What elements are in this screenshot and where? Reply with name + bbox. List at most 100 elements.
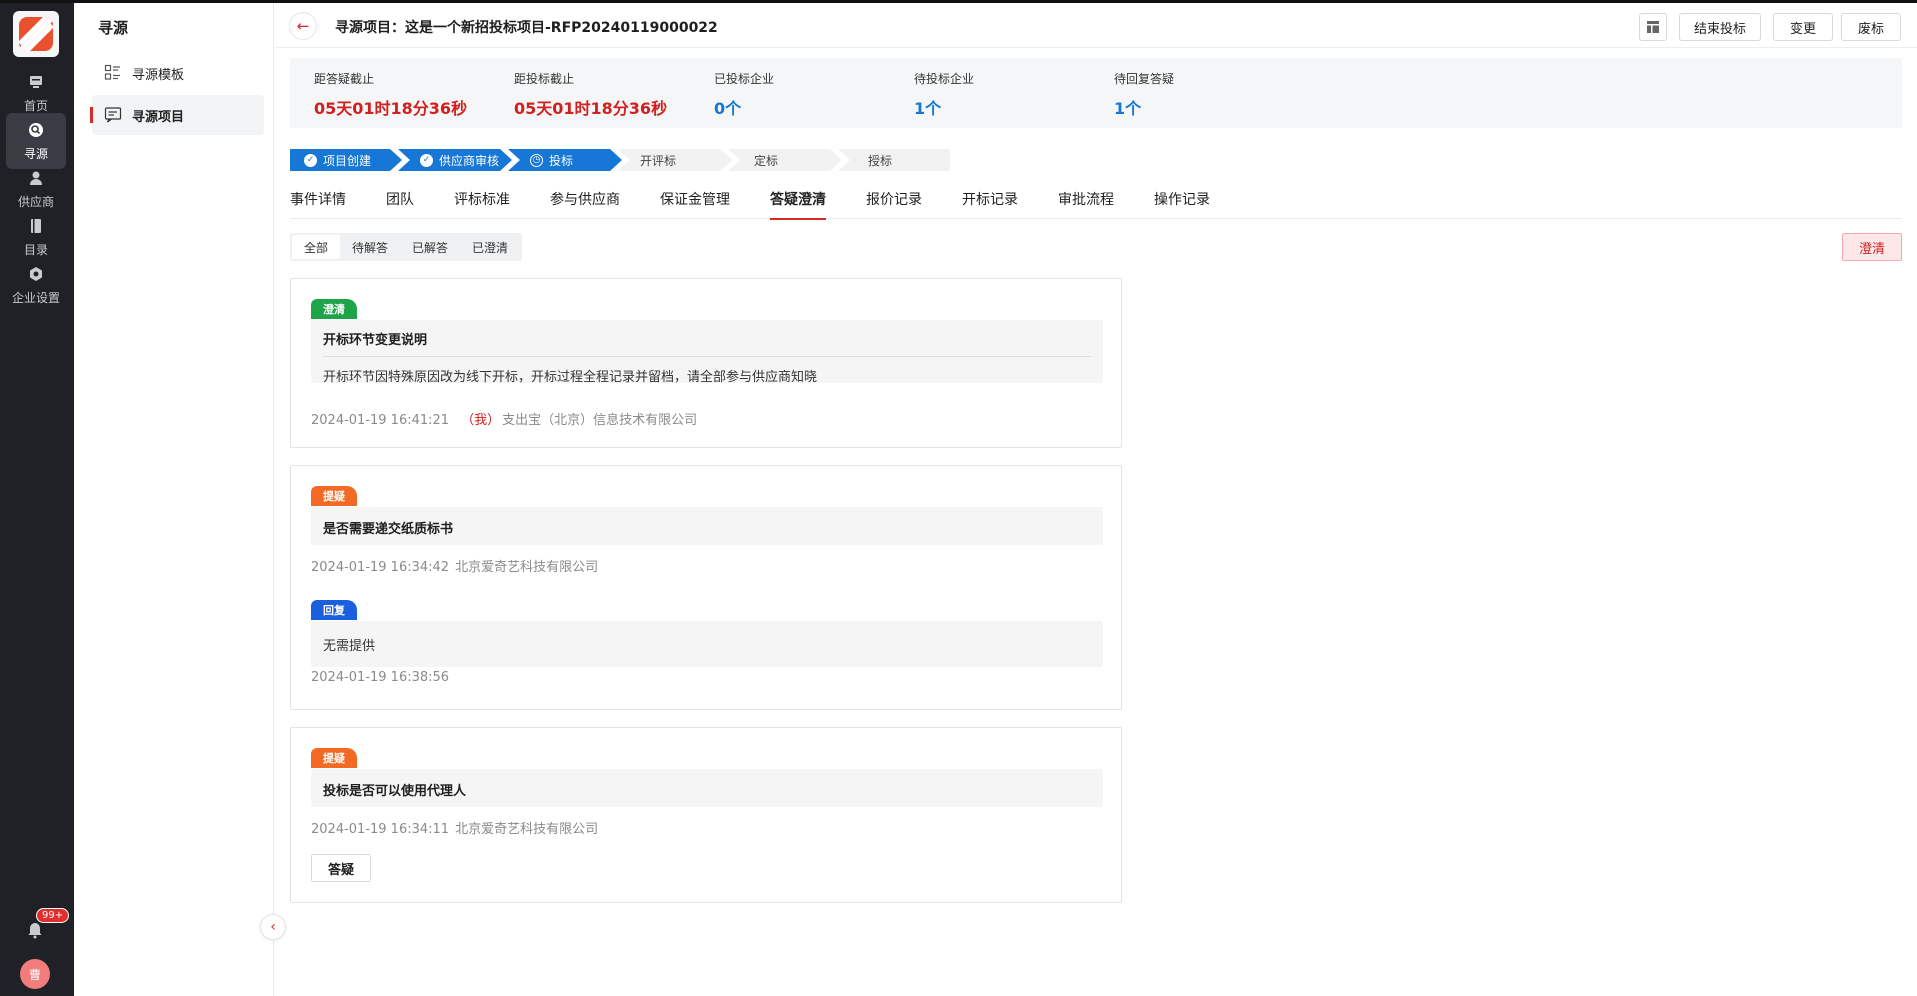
stat-label: 距投标截止 — [514, 72, 575, 86]
tab-quote-records[interactable]: 报价记录 — [866, 189, 922, 219]
app-logo[interactable] — [13, 11, 59, 57]
check-circle-icon: ✓ — [420, 153, 433, 167]
timestamp: 2024-01-19 16:34:11 — [311, 822, 450, 837]
sidebar-item-label: 寻源模板 — [132, 67, 185, 83]
avatar[interactable]: 曹 — [20, 959, 50, 989]
layout-toggle-button[interactable] — [1639, 13, 1667, 41]
layout-icon — [1647, 21, 1659, 33]
tab-operation-log[interactable]: 操作记录 — [1154, 189, 1210, 219]
step-project-created: ✓ 项目创建 — [290, 149, 402, 171]
nav-settings[interactable]: 企业设置 — [6, 257, 66, 313]
card-meta: 2024-01-19 16:41:21 （我） 支出宝（北京）信息技术有限公司 — [311, 409, 697, 428]
end-bid-button[interactable]: 结束投标 — [1679, 13, 1761, 41]
nav-settings-label: 企业设置 — [11, 290, 60, 305]
template-icon — [104, 64, 120, 80]
tab-bar: 事件详情 团队 评标标准 参与供应商 保证金管理 答疑澄清 报价记录 开标记录 … — [290, 189, 1902, 220]
nav-supplier-label: 供应商 — [17, 194, 54, 209]
self-marker: （我） — [461, 413, 501, 428]
sourcing-icon — [27, 121, 45, 139]
notification-badge: 99+ — [36, 908, 70, 923]
tab-qa-clarification[interactable]: 答疑澄清 — [770, 189, 826, 220]
question-tag: 提疑 — [311, 748, 357, 768]
stat-value[interactable]: 0个 — [714, 95, 774, 119]
catalog-icon — [27, 217, 45, 235]
step-label: 开评标 — [640, 153, 677, 168]
tab-participating-suppliers[interactable]: 参与供应商 — [550, 189, 620, 219]
page-header: ← 寻源项目：这是一个新招投标项目-RFP20240119000022 结束投标… — [275, 3, 1917, 48]
stat-value: 05天01时18分36秒 — [314, 99, 468, 118]
filter-all[interactable]: 全部 — [292, 235, 341, 259]
step-bidding: ◷ 投标 — [508, 149, 622, 171]
question-title: 投标是否可以使用代理人 — [323, 784, 467, 799]
reply-body: 无需提供 — [323, 639, 376, 654]
stat-qa-deadline: 距答疑截止 05天01时18分36秒 — [314, 70, 467, 119]
stat-label: 待投标企业 — [914, 72, 975, 86]
question-box: 开标环节变更说明 开标环节因特殊原因改为线下开标，开标过程全程记录并留档，请全部… — [311, 320, 1103, 385]
stat-label: 距答疑截止 — [314, 72, 375, 86]
tab-deposit-management[interactable]: 保证金管理 — [660, 189, 730, 219]
step-award-decision: 定标 — [728, 149, 842, 171]
stat-pending-companies: 待投标企业 1个 — [914, 70, 974, 119]
filter-clarified[interactable]: 已澄清 — [460, 235, 520, 259]
step-open-evaluate: 开评标 — [618, 149, 732, 171]
notification-bell-icon[interactable] — [26, 921, 46, 941]
back-arrow-icon[interactable]: ← — [289, 12, 317, 40]
step-label: 项目创建 — [323, 153, 372, 168]
step-label: 供应商审核 — [439, 153, 500, 168]
left-rail: 首页 寻源 供应商 目录 企业设置 99+ 曹 — [0, 3, 74, 996]
question-body: 开标环节因特殊原因改为线下开标，开标过程全程记录并留档，请全部参与供应商知晓 — [323, 370, 818, 385]
sidebar-item-label: 寻源项目 — [132, 109, 185, 125]
reply-meta: 2024-01-19 16:38:56 — [311, 670, 449, 685]
filter-answered[interactable]: 已解答 — [400, 235, 460, 259]
question-tag: 提疑 — [311, 486, 357, 506]
card-meta: 2024-01-19 16:34:11 北京爱奇艺科技有限公司 — [311, 818, 598, 837]
tab-opening-records[interactable]: 开标记录 — [962, 189, 1018, 219]
tab-approval-flow[interactable]: 审批流程 — [1058, 189, 1114, 219]
step-label: 授标 — [868, 153, 893, 168]
sub-sidebar: 寻源 寻源模板 寻源项目 — [74, 3, 274, 996]
stat-value: 05天01时18分36秒 — [514, 99, 668, 118]
question-box: 投标是否可以使用代理人 — [311, 769, 1103, 807]
stat-label: 待回复答疑 — [1114, 72, 1175, 86]
stats-panel: 距答疑截止 05天01时18分36秒 距投标截止 05天01时18分36秒 已投… — [290, 58, 1902, 128]
stat-value[interactable]: 1个 — [1114, 95, 1174, 119]
stat-bid-deadline: 距投标截止 05天01时18分36秒 — [514, 70, 667, 119]
filter-pending[interactable]: 待解答 — [340, 235, 400, 259]
check-circle-icon: ✓ — [304, 153, 317, 167]
tab-evaluation-criteria[interactable]: 评标标准 — [454, 189, 510, 219]
qa-card: 提疑 投标是否可以使用代理人 2024-01-19 16:34:11 北京爱奇艺科… — [290, 727, 1122, 903]
question-title: 开标环节变更说明 — [323, 320, 1091, 357]
settings-icon — [27, 265, 45, 283]
stat-bidded-companies: 已投标企业 0个 — [714, 70, 774, 119]
sub-sidebar-title: 寻源 — [98, 19, 129, 37]
sidebar-item-sourcing-template[interactable]: 寻源模板 — [92, 53, 264, 93]
question-title: 是否需要递交纸质标书 — [323, 522, 454, 537]
collapse-sidebar-chevron-left-icon[interactable]: ‹ — [260, 914, 286, 940]
qa-card: 澄清 开标环节变更说明 开标环节因特殊原因改为线下开标，开标过程全程记录并留档，… — [290, 278, 1122, 448]
card-meta: 2024-01-19 16:34:42 北京爱奇艺科技有限公司 — [311, 556, 598, 575]
company-name: 支出宝（北京）信息技术有限公司 — [502, 413, 698, 428]
reply-tag: 回复 — [311, 600, 357, 620]
step-label: 投标 — [549, 153, 574, 168]
tab-team[interactable]: 团队 — [386, 189, 414, 219]
stat-value[interactable]: 1个 — [914, 95, 974, 119]
sidebar-item-sourcing-project[interactable]: 寻源项目 — [90, 95, 264, 135]
tab-event-details[interactable]: 事件详情 — [290, 189, 346, 219]
project-icon — [104, 107, 122, 123]
abandon-bid-button[interactable]: 废标 — [1841, 13, 1901, 41]
stat-pending-questions: 待回复答疑 1个 — [1114, 70, 1174, 119]
timestamp: 2024-01-19 16:34:42 — [311, 560, 450, 575]
nav-catalog-label: 目录 — [23, 242, 48, 257]
timestamp: 2024-01-19 16:41:21 — [311, 413, 450, 428]
qa-card: 提疑 是否需要递交纸质标书 2024-01-19 16:34:42 北京爱奇艺科技… — [290, 465, 1122, 710]
answer-button[interactable]: 答疑 — [311, 854, 371, 882]
page-title: 寻源项目：这是一个新招投标项目-RFP20240119000022 — [335, 20, 718, 36]
nav-sourcing-label: 寻源 — [23, 146, 48, 161]
clarify-button[interactable]: 澄清 — [1842, 233, 1902, 261]
reply-box: 无需提供 — [311, 621, 1103, 667]
status-filter: 全部 待解答 已解答 已澄清 — [290, 233, 523, 261]
change-button[interactable]: 变更 — [1773, 13, 1833, 41]
timestamp: 2024-01-19 16:38:56 — [311, 670, 450, 685]
step-supplier-review: ✓ 供应商审核 — [398, 149, 512, 171]
logo-icon — [19, 17, 53, 51]
